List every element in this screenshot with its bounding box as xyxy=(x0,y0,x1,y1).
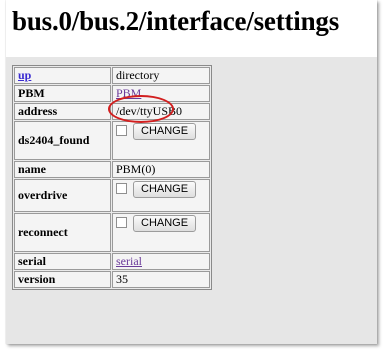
browser-page: bus.0/bus.2/interface/settings up direct… xyxy=(6,0,377,344)
ds2404-found-checkbox[interactable] xyxy=(116,125,127,136)
table-row-version: version 35 xyxy=(14,271,210,288)
table-row-overdrive: overdrive CHANGE xyxy=(14,179,210,212)
table-row-address: address /dev/ttyUSB0 xyxy=(14,103,210,120)
reconnect-checkbox[interactable] xyxy=(116,217,127,228)
up-value: directory xyxy=(112,67,210,84)
overdrive-change-button[interactable]: CHANGE xyxy=(133,181,197,198)
address-label: address xyxy=(14,103,111,120)
row-key-cell: up xyxy=(14,67,111,84)
row-value-cell: CHANGE xyxy=(112,179,210,212)
table-row-up: up directory xyxy=(14,67,210,84)
pbm-link[interactable]: PBM xyxy=(116,86,141,100)
overdrive-checkbox[interactable] xyxy=(116,183,127,194)
address-value: /dev/ttyUSB0 xyxy=(112,103,210,120)
row-value-cell: CHANGE xyxy=(112,121,210,160)
serial-link[interactable]: serial xyxy=(116,254,142,268)
row-value-cell: serial xyxy=(112,253,210,270)
version-label: version xyxy=(14,271,111,288)
name-label: name xyxy=(14,161,111,178)
ds2404-found-change-button[interactable]: CHANGE xyxy=(133,123,197,140)
version-value: 35 xyxy=(112,271,210,288)
up-link[interactable]: up xyxy=(18,68,31,82)
table-row-ds2404-found: ds2404_found CHANGE xyxy=(14,121,210,160)
reconnect-change-button[interactable]: CHANGE xyxy=(133,215,197,232)
name-value: PBM(0) xyxy=(112,161,210,178)
serial-label: serial xyxy=(14,253,111,270)
ds2404-found-label: ds2404_found xyxy=(14,121,111,160)
row-value-cell: CHANGE xyxy=(112,213,210,252)
reconnect-label: reconnect xyxy=(14,213,111,252)
page-title: bus.0/bus.2/interface/settings xyxy=(12,6,340,36)
row-value-cell: PBM xyxy=(112,85,210,102)
table-row-reconnect: reconnect CHANGE xyxy=(14,213,210,252)
settings-panel: up directory PBM PBM address /dev/ttyUSB… xyxy=(6,57,377,344)
settings-table: up directory PBM PBM address /dev/ttyUSB… xyxy=(12,65,212,290)
table-row-serial: serial serial xyxy=(14,253,210,270)
overdrive-label: overdrive xyxy=(14,179,111,212)
table-row-pbm: PBM PBM xyxy=(14,85,210,102)
pbm-label: PBM xyxy=(14,85,111,102)
table-row-name: name PBM(0) xyxy=(14,161,210,178)
